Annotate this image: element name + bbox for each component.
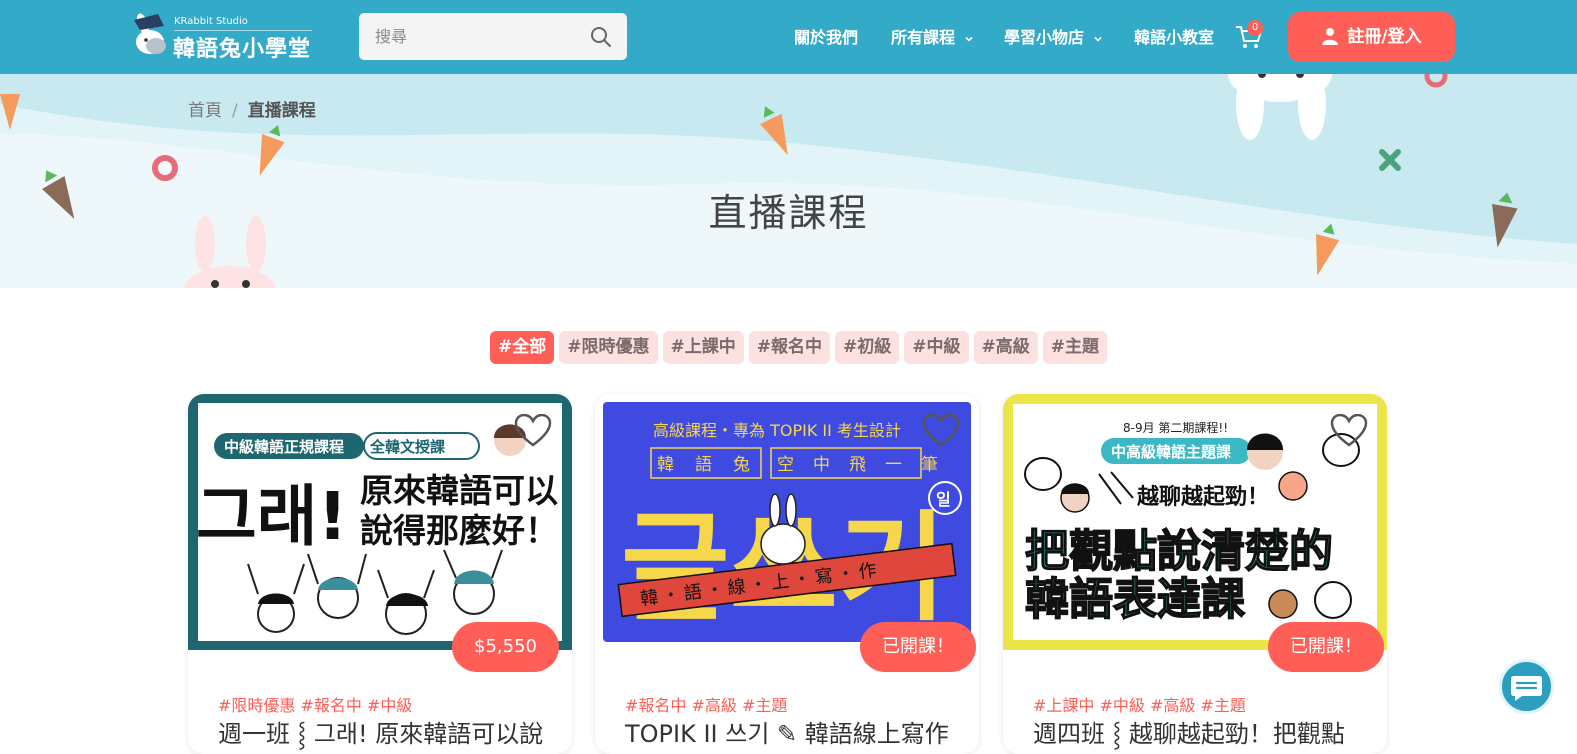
breadcrumb: 首頁 / 直播課程: [188, 96, 316, 121]
status-badge: 已開課！: [1268, 622, 1384, 672]
image-top-line: 高級課程・專為 TOPIK II 考生設計: [653, 421, 901, 440]
card-tags: #報名中 #高級 #主題: [625, 696, 788, 715]
tag-in-class[interactable]: #上課中: [662, 331, 744, 364]
nav-all-courses[interactable]: 所有課程: [891, 24, 974, 50]
image-headline-1: 原來韓語可以: [360, 471, 558, 510]
search-input[interactable]: [359, 13, 587, 60]
search-icon[interactable]: [589, 25, 613, 49]
nav-shop[interactable]: 學習小物店: [1004, 24, 1103, 50]
site-logo[interactable]: KRabbit Studio 韓語兔小學堂: [128, 12, 318, 62]
image-box-char: 一: [885, 455, 902, 475]
course-card[interactable]: 8-9月 第二期課程!! 中高級韓語主題課 越聊越起勁！ 把觀點說清楚的 韓語表…: [1003, 394, 1387, 754]
tag-enrolling[interactable]: #報名中: [748, 331, 830, 364]
site-header: KRabbit Studio 韓語兔小學堂 關於我們 所有課程 學習小物店 韓語…: [0, 0, 1577, 74]
card-tags: #限時優惠 #報名中 #中級: [218, 696, 413, 715]
login-register-label: 註冊/登入: [1347, 27, 1422, 47]
nav-shop-label: 學習小物店: [1004, 28, 1085, 47]
nav-classroom-label: 韓語小教室: [1134, 28, 1215, 47]
card-title[interactable]: 週四班 ⸾ 越聊越起勁！把觀點: [1033, 714, 1345, 750]
tag-limited-offer[interactable]: #限時優惠: [559, 331, 658, 364]
nav-about-label: 關於我們: [794, 28, 859, 47]
image-box-char: 飛: [849, 455, 866, 475]
badge-left: 中級韓語正規課程: [224, 438, 344, 456]
card-title[interactable]: 週一班 ⸾ 그래! 原來韓語可以說: [218, 714, 543, 750]
heart-icon[interactable]: [1330, 414, 1368, 448]
nav-classroom[interactable]: 韓語小教室: [1134, 24, 1214, 50]
tag-beginner[interactable]: #初級: [835, 331, 900, 364]
image-box-char: 中: [813, 455, 830, 475]
chevron-down-icon: [965, 36, 973, 42]
page-title: 直播課程: [708, 191, 869, 235]
tag-topic[interactable]: #主題: [1042, 331, 1107, 364]
image-box-char: 筆: [921, 455, 938, 475]
cart-count-badge: 0: [1247, 20, 1263, 36]
heart-icon[interactable]: [922, 414, 960, 448]
breadcrumb-home[interactable]: 首頁: [188, 101, 222, 121]
image-headline-2: 韓語表達課: [1025, 574, 1245, 625]
image-headline-1: 把觀點說清楚的: [1025, 526, 1333, 577]
chat-button[interactable]: [1499, 659, 1554, 714]
course-card[interactable]: 中級韓語正規課程 全韓文授課 그래! 原來韓語可以 說得那麼好！ #限時優惠 #…: [188, 394, 572, 754]
user-icon: [1322, 28, 1339, 45]
heart-icon[interactable]: [514, 414, 552, 448]
logo-name-text: 韓語兔小學堂: [173, 37, 312, 62]
image-subline: 越聊越起勁！: [1136, 485, 1269, 510]
price-badge: $5,550: [452, 622, 559, 672]
card-tags: #上課中 #中級 #高級 #主題: [1033, 696, 1246, 715]
image-box-char: 兔: [733, 455, 750, 475]
image-korean: 그래!: [196, 478, 348, 555]
image-box-char: 韓: [657, 455, 674, 475]
image-circle-badge: 일: [936, 490, 951, 509]
tag-intermediate[interactable]: #中級: [904, 331, 969, 364]
nav-all-courses-label: 所有課程: [891, 28, 956, 47]
breadcrumb-current: 直播課程: [247, 101, 316, 121]
course-card[interactable]: 高級課程・專為 TOPIK II 考生設計 韓 語 兔 空 中 飛 一 筆 글쓰…: [595, 394, 979, 754]
filter-tags: #全部 #限時優惠 #上課中 #報名中 #初級 #中級 #高級 #主題: [490, 331, 1112, 364]
image-top-line: 8-9月 第二期課程!!: [1123, 420, 1228, 435]
image-box-char: 語: [695, 455, 712, 475]
chevron-down-icon: [1094, 36, 1102, 42]
image-box-char: 空: [777, 455, 794, 475]
rabbit-logo-icon: [134, 13, 166, 54]
badge-right: 全韓文授課: [369, 438, 446, 456]
tag-all[interactable]: #全部: [490, 331, 555, 364]
tag-advanced[interactable]: #高級: [973, 331, 1038, 364]
login-register-button[interactable]: 註冊/登入: [1288, 12, 1455, 62]
image-badge: 中高級韓語主題課: [1111, 443, 1232, 461]
chat-icon: [1511, 676, 1542, 701]
logo-studio-text: KRabbit Studio: [174, 16, 248, 27]
status-badge: 已開課！: [860, 622, 976, 672]
card-title[interactable]: TOPIK II 쓰기 ✎ 韓語線上寫作: [625, 714, 949, 749]
search-box: [359, 13, 627, 60]
nav-about[interactable]: 關於我們: [794, 24, 858, 50]
breadcrumb-separator: /: [232, 101, 238, 121]
image-headline-2: 說得那麼好！: [360, 511, 558, 550]
